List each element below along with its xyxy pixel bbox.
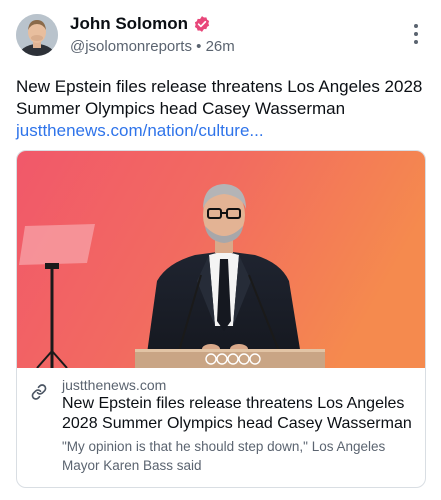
author-name[interactable]: John Solomon	[70, 14, 188, 34]
card-domain: justthenews.com	[62, 377, 167, 393]
verified-badge-icon	[193, 15, 211, 33]
avatar-image	[16, 14, 58, 56]
post-text: New Epstein files release threatens Los …	[16, 77, 423, 118]
post-text-block: New Epstein files release threatens Los …	[16, 76, 426, 142]
card-meta: justthenews.com New Epstein files releas…	[17, 368, 425, 487]
link-card[interactable]: justthenews.com New Epstein files releas…	[16, 150, 426, 488]
link-icon	[30, 383, 48, 401]
author-handle[interactable]: @jsolomonreports	[70, 38, 192, 55]
more-vertical-icon[interactable]	[413, 24, 419, 46]
author-meta: @jsolomonreports • 26m	[70, 38, 235, 55]
separator: •	[196, 38, 202, 55]
avatar[interactable]	[16, 14, 58, 56]
post: John Solomon @jsolomonreports • 26m New …	[0, 0, 441, 500]
card-title[interactable]: New Epstein files release threatens Los …	[62, 394, 417, 434]
card-description: "My opinion is that he should step down,…	[62, 439, 386, 473]
card-image[interactable]	[17, 151, 425, 368]
author-row: John Solomon	[70, 14, 211, 34]
post-link[interactable]: justthenews.com/nation/culture...	[16, 120, 426, 142]
post-time[interactable]: 26m	[206, 38, 235, 55]
